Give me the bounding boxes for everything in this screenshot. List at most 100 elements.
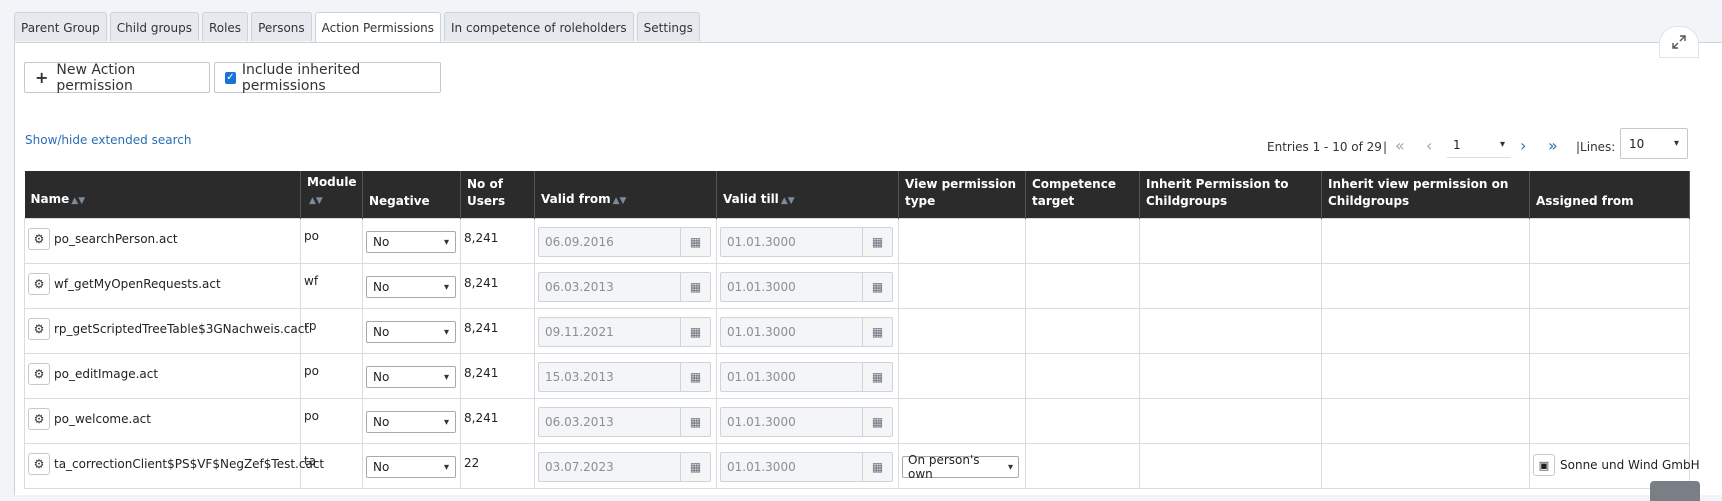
calendar-icon[interactable]: ▦ xyxy=(680,318,710,346)
col-module[interactable]: Module ▲▼ xyxy=(300,171,363,219)
valid-from-value: 03.07.2023 xyxy=(545,460,614,474)
negative-select[interactable]: No ▾ xyxy=(366,321,456,343)
valid-till-field[interactable]: 01.01.3000 ▦ xyxy=(720,362,893,392)
sort-icon[interactable]: ▲▼ xyxy=(781,196,795,206)
col-valid-till[interactable]: Valid till ▲▼ xyxy=(716,171,899,219)
negative-select[interactable]: No ▾ xyxy=(366,276,456,298)
negative-select[interactable]: No ▾ xyxy=(366,231,456,253)
include-inherited-toggle[interactable]: ✓ Include inherited permissions xyxy=(214,61,441,94)
new-action-permission-button[interactable]: + New Action permission xyxy=(24,62,210,94)
tab-child-groups[interactable]: Child groups xyxy=(109,12,199,41)
valid-till-field[interactable]: 01.01.3000 ▦ xyxy=(720,272,893,302)
valid-till-field[interactable]: 01.01.3000 ▦ xyxy=(720,407,893,437)
valid-from-cell: 06.03.2013 ▦ xyxy=(534,398,717,444)
valid-from-value: 06.09.2016 xyxy=(545,235,614,249)
users-cell: 8,241 xyxy=(460,398,535,444)
calendar-icon[interactable]: ▦ xyxy=(680,273,710,301)
tab-settings[interactable]: Settings xyxy=(636,12,700,41)
tab-parent-group[interactable]: Parent Group xyxy=(14,12,107,41)
valid-till-field[interactable]: 01.01.3000 ▦ xyxy=(720,227,893,257)
calendar-icon[interactable]: ▦ xyxy=(862,453,892,481)
negative-cell: No ▾ xyxy=(362,353,461,399)
negative-value: No xyxy=(373,460,390,474)
include-inherited-label: Include inherited permissions xyxy=(241,61,361,94)
name-cell: ⚙ po_editImage.act xyxy=(24,353,301,399)
gear-icon[interactable]: ⚙ xyxy=(28,453,50,475)
users-count: 8,241 xyxy=(464,411,499,425)
users-count: 8,241 xyxy=(464,321,499,335)
tab-roles[interactable]: Roles xyxy=(201,12,249,41)
valid-from-field[interactable]: 06.03.2013 ▦ xyxy=(538,407,711,437)
sort-icon[interactable]: ▲▼ xyxy=(309,196,323,206)
gear-icon[interactable]: ⚙ xyxy=(28,408,50,430)
users-cell: 22 xyxy=(460,443,535,489)
next-page-icon[interactable]: › xyxy=(1520,136,1526,155)
floating-panel-tab[interactable] xyxy=(1650,481,1700,501)
page-select-value: 1 xyxy=(1453,137,1461,152)
negative-value: No xyxy=(373,280,390,294)
col-competence: Competence target xyxy=(1025,171,1140,219)
negative-select[interactable]: No ▾ xyxy=(366,411,456,433)
chevron-down-icon: ▾ xyxy=(1499,139,1505,150)
first-page-icon[interactable]: « xyxy=(1395,136,1405,155)
valid-from-field[interactable]: 09.11.2021 ▦ xyxy=(538,317,711,347)
table-header-row: Name ▲▼ Module ▲▼ Negative No of Users Vali… xyxy=(24,171,1690,219)
gear-icon[interactable]: ⚙ xyxy=(28,318,50,340)
calendar-icon[interactable]: ▦ xyxy=(862,273,892,301)
valid-from-field[interactable]: 15.03.2013 ▦ xyxy=(538,362,711,392)
inherit-view-cell xyxy=(1321,443,1530,489)
negative-select[interactable]: No ▾ xyxy=(366,456,456,478)
calendar-icon[interactable]: ▦ xyxy=(862,363,892,391)
module-value: rp xyxy=(304,319,317,333)
tab-persons[interactable]: Persons xyxy=(251,12,312,41)
permissions-table: Name ▲▼ Module ▲▼ Negative No of Users Vali… xyxy=(24,171,1700,489)
expand-button[interactable] xyxy=(1659,26,1699,58)
pager-separator: | xyxy=(1383,140,1388,154)
col-name[interactable]: Name ▲▼ xyxy=(24,171,301,219)
calendar-icon[interactable]: ▦ xyxy=(862,408,892,436)
tab-in-competence-of-roleholders[interactable]: In competence of roleholders xyxy=(444,12,634,41)
view-type-cell xyxy=(898,353,1026,399)
users-count: 22 xyxy=(464,456,480,470)
chevron-down-icon: ▾ xyxy=(1673,138,1679,149)
permission-name: po_searchPerson.act xyxy=(54,232,178,246)
table-row: ⚙ rp_getScriptedTreeTable$3GNachweis.cac… xyxy=(24,308,1690,354)
module-cell: ta xyxy=(300,443,363,489)
module-cell: wf xyxy=(300,263,363,309)
lines-select[interactable]: 10 ▾ xyxy=(1620,128,1688,159)
calendar-icon[interactable]: ▦ xyxy=(862,318,892,346)
chevron-down-icon: ▾ xyxy=(443,371,449,383)
valid-till-field[interactable]: 01.01.3000 ▦ xyxy=(720,452,893,482)
competence-cell xyxy=(1025,308,1140,354)
valid-from-field[interactable]: 06.09.2016 ▦ xyxy=(538,227,711,257)
lines-label: |Lines: xyxy=(1576,140,1616,154)
col-valid-from[interactable]: Valid from ▲▼ xyxy=(534,171,717,219)
page-select[interactable]: 1 ▾ xyxy=(1447,132,1511,158)
tab-action-permissions[interactable]: Action Permissions xyxy=(314,12,442,43)
negative-select[interactable]: No ▾ xyxy=(366,366,456,388)
gear-icon[interactable]: ⚙ xyxy=(28,273,50,295)
extended-search-link[interactable]: Show/hide extended search xyxy=(25,133,191,147)
col-inherit: Inherit Permission to Childgroups xyxy=(1139,171,1322,219)
prev-page-icon[interactable]: ‹ xyxy=(1426,136,1432,155)
inherit-cell xyxy=(1139,398,1322,444)
calendar-icon[interactable]: ▦ xyxy=(862,228,892,256)
calendar-icon[interactable]: ▦ xyxy=(680,453,710,481)
sort-icon[interactable]: ▲▼ xyxy=(71,196,85,206)
gear-icon[interactable]: ⚙ xyxy=(28,228,50,250)
package-icon[interactable]: ▣ xyxy=(1533,454,1555,476)
include-inherited-checkbox[interactable]: ✓ xyxy=(225,71,236,84)
calendar-icon[interactable]: ▦ xyxy=(680,228,710,256)
calendar-icon[interactable]: ▦ xyxy=(680,363,710,391)
sort-icon[interactable]: ▲▼ xyxy=(613,196,627,206)
col-users: No of Users xyxy=(460,171,535,219)
valid-till-field[interactable]: 01.01.3000 ▦ xyxy=(720,317,893,347)
valid-from-field[interactable]: 03.07.2023 ▦ xyxy=(538,452,711,482)
last-page-icon[interactable]: » xyxy=(1548,136,1558,155)
assigned-cell xyxy=(1529,263,1690,309)
view-type-select[interactable]: On person's own ▾ xyxy=(902,453,1019,481)
valid-from-field[interactable]: 06.03.2013 ▦ xyxy=(538,272,711,302)
calendar-icon[interactable]: ▦ xyxy=(680,408,710,436)
gear-icon[interactable]: ⚙ xyxy=(28,363,50,385)
valid-till-cell: 01.01.3000 ▦ xyxy=(716,308,899,354)
